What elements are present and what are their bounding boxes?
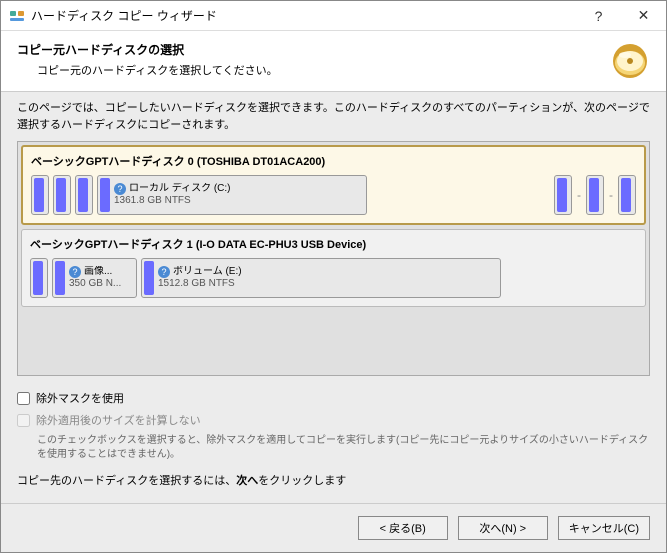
cancel-button[interactable]: キャンセル(C) [558,516,650,540]
partition[interactable] [53,175,71,215]
partition[interactable] [75,175,93,215]
partition-stripe [55,261,65,295]
disk-icon: ? [69,266,81,278]
back-button[interactable]: < 戻る(B) [358,516,448,540]
options-note: このチェックボックスを選択すると、除外マスクを適用してコピーを実行します(コピー… [17,434,650,462]
wizard-header: コピー元ハードディスクの選択 コピー元のハードディスクを選択してください。 [1,31,666,91]
window-title: ハードディスク コピー ウィザード [31,7,576,24]
partition-stripe [100,178,110,212]
partition-stripe [78,178,88,212]
page-title: コピー元ハードディスクの選択 [17,41,610,58]
partition-name: ?ローカル ディスク (C:) [114,183,231,195]
partition-size: 350 GB N... [69,278,121,290]
close-button[interactable]: ✕ [621,1,666,30]
app-icon [9,8,25,24]
partition[interactable]: ?ボリューム (E:)1512.8 GB NTFS [141,258,501,298]
next-button[interactable]: 次へ(N) > [458,516,548,540]
description-text: このページでは、コピーしたいハードディスクを選択できます。このハードディスクのす… [17,100,650,133]
partition-bar: ?ローカル ディスク (C:)1361.8 GB NTFS - - [31,175,636,215]
no-size-calc-input [17,414,30,427]
partition-separator: - [608,188,614,202]
next-instruction: コピー先のハードディスクを選択するには、次へをクリックします [17,472,650,488]
exclusion-mask-label: 除外マスクを使用 [36,390,124,406]
disk-item[interactable]: ベーシックGPTハードディスク 1 (I-O DATA EC-PHU3 USB … [21,229,646,307]
partition-stripe [34,178,44,212]
partition-name: ?画像... [69,266,121,278]
partition-name: ?ボリューム (E:) [158,266,242,278]
partition[interactable] [31,175,49,215]
partition[interactable]: ?画像...350 GB N... [52,258,137,298]
exclusion-mask-input[interactable] [17,392,30,405]
partition-separator: - [576,188,582,202]
disk-title: ベーシックGPTハードディスク 1 (I-O DATA EC-PHU3 USB … [30,236,637,252]
partition[interactable] [618,175,636,215]
disk-logo-icon [610,41,650,81]
partition[interactable]: ?ローカル ディスク (C:)1361.8 GB NTFS [97,175,367,215]
exclusion-mask-checkbox[interactable]: 除外マスクを使用 [17,390,650,406]
button-bar: < 戻る(B) 次へ(N) > キャンセル(C) [1,503,666,552]
options-area: 除外マスクを使用 除外適用後のサイズを計算しない このチェックボックスを選択する… [17,390,650,496]
partition-stripe [589,178,599,212]
page-subtitle: コピー元のハードディスクを選択してください。 [17,62,610,78]
help-button[interactable]: ? [576,1,621,30]
content-area: このページでは、コピーしたいハードディスクを選択できます。このハードディスクのす… [1,91,666,503]
disk-item[interactable]: ベーシックGPTハードディスク 0 (TOSHIBA DT01ACA200) ?ロ… [21,145,646,225]
partition[interactable] [586,175,604,215]
partition-bar: ?画像...350 GB N...?ボリューム (E:)1512.8 GB NT… [30,258,637,298]
no-size-calc-checkbox: 除外適用後のサイズを計算しない [17,412,650,428]
partition-stripe [33,261,43,295]
disk-title: ベーシックGPTハードディスク 0 (TOSHIBA DT01ACA200) [31,153,636,169]
disk-icon: ? [158,266,170,278]
partition-size: 1361.8 GB NTFS [114,195,231,207]
no-size-calc-label: 除外適用後のサイズを計算しない [36,412,201,428]
disk-icon: ? [114,183,126,195]
partition-stripe [621,178,631,212]
partition[interactable] [554,175,572,215]
partition-stripe [56,178,66,212]
partition-stripe [144,261,154,295]
partition-stripe [557,178,567,212]
partition-size: 1512.8 GB NTFS [158,278,242,290]
disk-list: ベーシックGPTハードディスク 0 (TOSHIBA DT01ACA200) ?ロ… [17,141,650,376]
partition[interactable] [30,258,48,298]
title-bar: ハードディスク コピー ウィザード ? ✕ [1,1,666,31]
